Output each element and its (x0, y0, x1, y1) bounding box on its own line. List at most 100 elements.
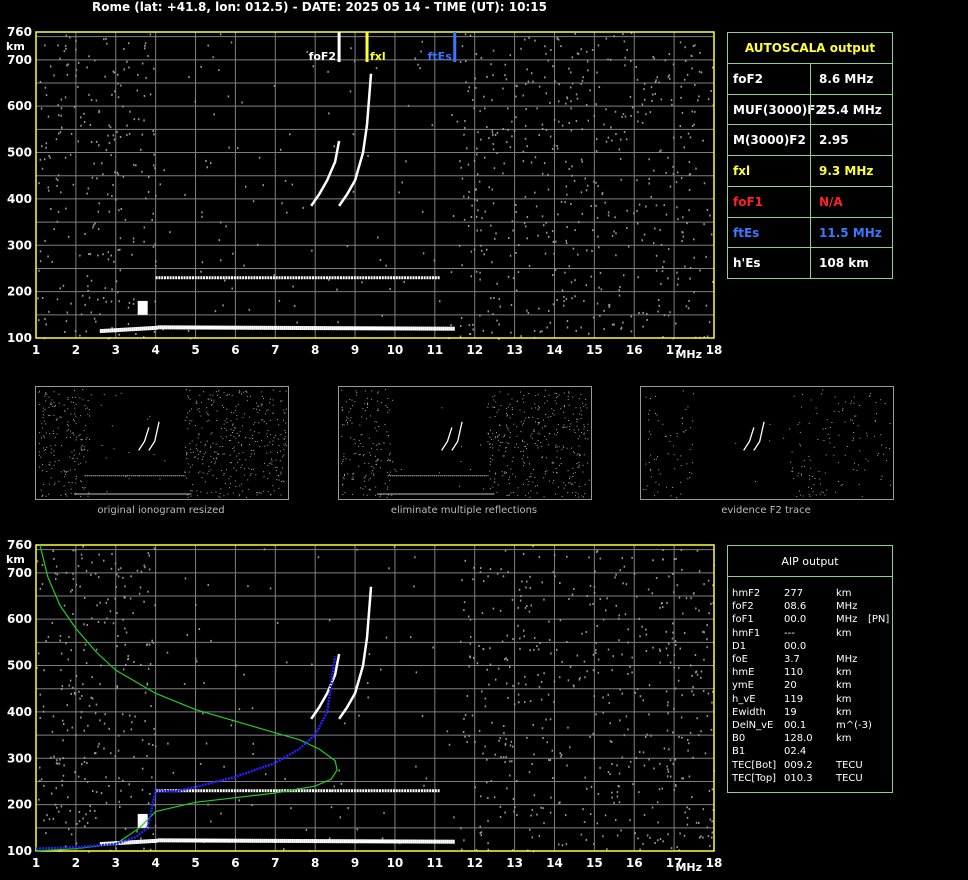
thumb-noise-dot (558, 394, 560, 396)
autoscala-row-label: h'Es (733, 256, 761, 271)
noise-dot (507, 571, 509, 574)
aip-row-v: 3.7 (784, 654, 800, 665)
es-trace-point (217, 838, 220, 843)
noise-dot (453, 816, 455, 819)
noise-dot (684, 265, 686, 268)
thumb-noise-dot (819, 478, 821, 480)
thumb-noise-dot (576, 425, 578, 427)
noise-dot (621, 116, 623, 119)
thumb-noise-dot (796, 496, 798, 498)
noise-dot (707, 579, 710, 582)
es-trace-point (111, 328, 114, 333)
thumb-noise-dot (184, 446, 186, 448)
thumb-noise-dot (790, 461, 792, 463)
noise-dot (588, 556, 590, 559)
thumb-noise-dot (559, 457, 561, 459)
f-flat-trace-point (175, 276, 178, 280)
f-flat-trace-point (231, 276, 234, 280)
es-trace-point (161, 838, 164, 843)
noise-dot (413, 585, 415, 588)
es-trace-point (442, 839, 445, 844)
noise-dot (467, 163, 470, 166)
noise-dot (88, 55, 90, 58)
noise-dot (628, 765, 630, 768)
thumb-noise-dot (378, 391, 380, 393)
es-trace-point (450, 839, 453, 844)
thumb-noise-dot (798, 490, 800, 492)
noise-dot (574, 32, 577, 35)
thumb-noise-dot (222, 405, 224, 407)
noise-dot (568, 121, 570, 124)
noise-dot (703, 583, 705, 586)
noise-dot (76, 822, 78, 825)
thumb-noise-dot (267, 478, 269, 480)
noise-dot (606, 597, 608, 600)
noise-dot (115, 198, 117, 201)
es-trace-point (187, 838, 190, 843)
thumb-noise-dot (226, 436, 228, 438)
noise-dot (48, 310, 50, 313)
noise-dot (527, 311, 530, 314)
noise-dot (687, 738, 689, 741)
thumb-noise-dot (521, 458, 523, 460)
thumb-noise-dot (128, 478, 130, 480)
thumb-noise-dot (212, 394, 214, 396)
x-tick-label: 12 (466, 856, 483, 870)
es-trace-point (213, 325, 216, 330)
noise-dot (648, 182, 650, 185)
noise-dot (618, 148, 620, 151)
noise-dot (515, 95, 517, 98)
thumb-noise-dot (557, 431, 559, 433)
thumb-noise-dot (74, 396, 76, 398)
noise-dot (130, 728, 133, 731)
noise-dot (131, 721, 133, 724)
noise-dot (681, 777, 683, 780)
noise-dot (700, 71, 703, 74)
noise-dot (570, 100, 572, 103)
noise-dot (478, 644, 480, 647)
es-trace-point (412, 326, 415, 331)
thumb-noise-dot (519, 409, 521, 411)
x-tick-label: 6 (231, 856, 239, 870)
noise-dot (659, 228, 661, 231)
noise-dot (564, 814, 567, 817)
es-trace-point (167, 838, 170, 843)
noise-dot (689, 136, 692, 139)
noise-dot (469, 655, 471, 658)
thumb-noise-dot (233, 412, 235, 414)
thumb-noise-dot (206, 413, 208, 415)
noise-dot (696, 717, 698, 720)
noise-dot (200, 270, 202, 273)
noise-dot (657, 839, 659, 842)
thumb-noise-dot (512, 491, 514, 493)
es-trace-point (289, 838, 292, 843)
autoscala-row: h'Es 108 km (728, 247, 892, 279)
thumb-noise-dot (260, 419, 262, 421)
thumb-noise-dot (538, 421, 540, 423)
noise-dot (692, 592, 695, 595)
noise-dot (143, 119, 145, 122)
thumb-noise-dot (255, 408, 257, 410)
thumb-noise-dot (43, 436, 45, 438)
noise-dot (529, 649, 531, 652)
thumb-noise-dot (677, 459, 679, 461)
noise-dot (648, 178, 650, 181)
noise-dot (484, 210, 486, 213)
thumb-noise-dot (228, 394, 230, 396)
thumb-noise-dot (391, 494, 393, 496)
noise-dot (478, 729, 481, 732)
noise-dot (534, 39, 536, 42)
thumb-noise-dot (378, 425, 380, 427)
f-flat-trace-point (356, 276, 359, 280)
noise-dot (92, 226, 94, 229)
noise-dot (79, 116, 82, 119)
noise-dot (689, 664, 692, 667)
noise-dot (94, 222, 96, 225)
noise-dot (525, 225, 527, 228)
noise-dot (81, 763, 83, 766)
noise-dot (621, 557, 624, 560)
noise-dot (151, 776, 153, 779)
noise-dot (74, 330, 77, 333)
noise-dot (86, 624, 89, 627)
noise-dot (558, 801, 560, 804)
